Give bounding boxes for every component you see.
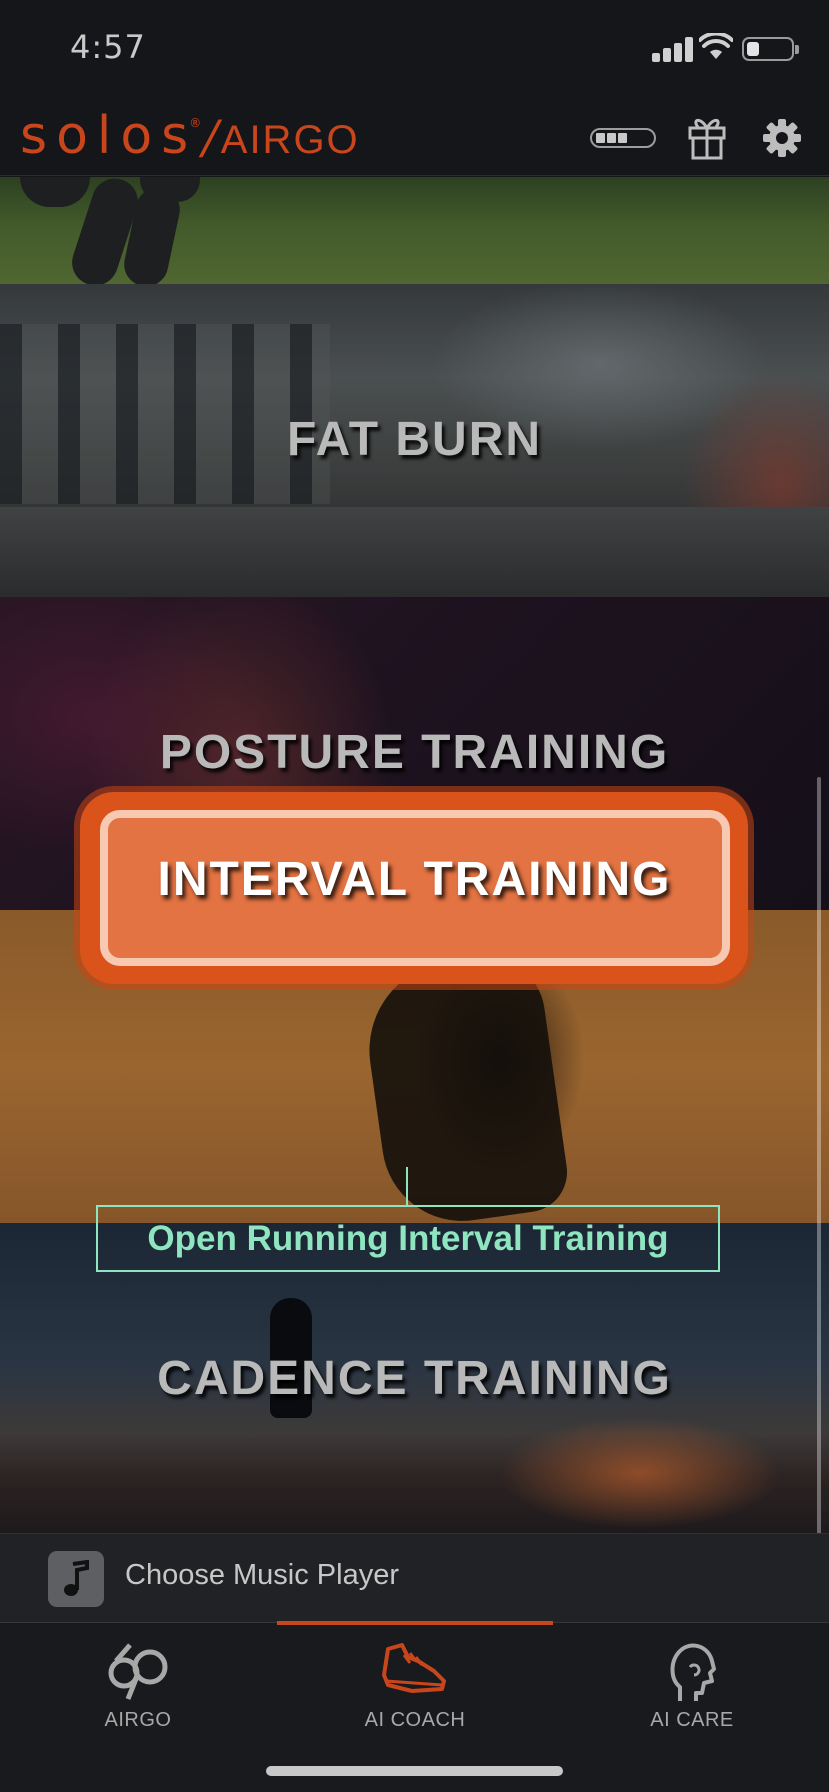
app-header: solos ® / AIRGO (0, 100, 829, 176)
workout-label: CADENCE TRAINING (157, 1352, 672, 1405)
logo-registered-mark: ® (189, 116, 202, 130)
status-bar: 4:57 (0, 0, 829, 100)
music-note-icon (48, 1551, 104, 1607)
glasses-battery-icon[interactable] (590, 128, 656, 148)
logo-product: AIRGO (220, 118, 360, 162)
workout-label: FAT BURN (286, 413, 543, 466)
airgo-glasses-icon (108, 1643, 168, 1700)
logo-brand: solos (20, 106, 198, 166)
battery-icon (742, 37, 799, 61)
solos-airgo-logo: solos ® / AIRGO (20, 106, 360, 166)
action-callout: Open Running Interval Training (96, 1205, 720, 1272)
music-player-bar[interactable]: Choose Music Player (0, 1533, 829, 1622)
choose-music-player-label: Choose Music Player (125, 1559, 399, 1591)
callout-connector (406, 1167, 408, 1205)
wifi-icon (699, 33, 733, 59)
tab-label: AI CARE (650, 1709, 734, 1731)
workout-label: POSTURE TRAINING (159, 726, 670, 779)
head-profile-icon (670, 1643, 716, 1701)
tab-label: AIRGO (104, 1709, 172, 1731)
workout-card-fat-burn[interactable]: FAT BURN (0, 284, 829, 597)
gear-icon[interactable] (762, 118, 802, 158)
workout-card-partial[interactable] (0, 177, 829, 284)
tab-ai-coach[interactable]: AI COACH (277, 1623, 553, 1743)
cellular-signal-icon (652, 36, 693, 62)
tab-airgo[interactable]: AIRGO (0, 1623, 276, 1743)
running-shoe-icon (382, 1643, 446, 1693)
interval-training-label: INTERVAL TRAINING (157, 853, 672, 906)
gift-icon[interactable] (686, 114, 728, 160)
home-indicator[interactable] (266, 1766, 563, 1776)
tab-ai-care[interactable]: AI CARE (554, 1623, 829, 1743)
tab-label: AI COACH (364, 1709, 466, 1731)
status-time: 4:57 (70, 28, 146, 66)
